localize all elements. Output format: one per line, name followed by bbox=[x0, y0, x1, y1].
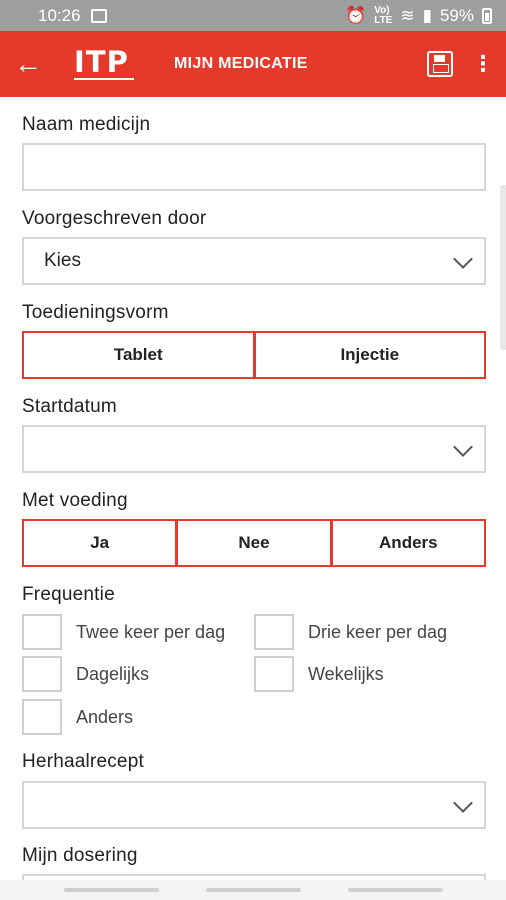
frequency-option-daily[interactable]: Dagelijks bbox=[22, 656, 149, 692]
alarm-icon: ⏰ bbox=[345, 5, 367, 25]
frequency-option-other[interactable]: Anders bbox=[22, 699, 133, 735]
prescribed-by-select[interactable]: Kies bbox=[22, 237, 486, 285]
itp-logo: ITP bbox=[74, 44, 142, 84]
prescribed-by-label: Voorgeschreven door bbox=[22, 208, 207, 229]
app-bar: ← ITP MIJN MEDICATIE ⋮ bbox=[0, 31, 506, 97]
volte-icon: Vo) LTE bbox=[374, 4, 393, 26]
logo-text: ITP bbox=[74, 45, 129, 79]
checkbox[interactable] bbox=[254, 656, 294, 692]
signal-icon: ▮ bbox=[422, 5, 432, 25]
checkbox[interactable] bbox=[254, 614, 294, 650]
checkbox-label: Twee keer per dag bbox=[76, 621, 226, 642]
yes-button[interactable]: Ja bbox=[22, 519, 178, 567]
frequency-option-twice-daily[interactable]: Twee keer per dag bbox=[22, 614, 244, 650]
prescribed-by-value: Kies bbox=[44, 250, 81, 271]
save-button[interactable] bbox=[420, 31, 460, 97]
navigation-bar bbox=[0, 880, 506, 900]
tablet-button[interactable]: Tablet bbox=[22, 331, 255, 379]
nav-home[interactable] bbox=[206, 888, 301, 892]
chevron-down-icon bbox=[453, 793, 473, 813]
more-vert-icon: ⋮ bbox=[472, 51, 494, 76]
administration-segmented: Tablet Injectie bbox=[22, 331, 486, 379]
with-food-segmented: Ja Nee Anders bbox=[22, 519, 486, 567]
nav-recents[interactable] bbox=[64, 888, 159, 892]
back-button[interactable]: ← bbox=[0, 31, 56, 97]
repeat-prescription-select[interactable] bbox=[22, 781, 486, 829]
checkbox[interactable] bbox=[22, 656, 62, 692]
medicine-name-input[interactable] bbox=[22, 143, 486, 191]
frequency-option-three-times-daily[interactable]: Drie keer per dag bbox=[254, 614, 447, 650]
no-button[interactable]: Nee bbox=[177, 519, 332, 567]
other-button[interactable]: Anders bbox=[331, 519, 486, 567]
medicine-name-label: Naam medicijn bbox=[22, 114, 151, 135]
administration-label: Toedieningsvorm bbox=[22, 302, 169, 323]
checkbox-label: Dagelijks bbox=[76, 663, 150, 684]
checkbox-label: Drie keer per dag bbox=[308, 621, 448, 642]
chevron-down-icon bbox=[453, 249, 473, 269]
repeat-prescription-label: Herhaalrecept bbox=[22, 751, 144, 772]
checkbox[interactable] bbox=[22, 614, 62, 650]
status-bar: 10:26 ⏰ Vo) LTE ≋ ▮ 59% bbox=[0, 0, 506, 31]
start-date-select[interactable] bbox=[22, 425, 486, 473]
my-dosage-label: Mijn dosering bbox=[22, 845, 138, 866]
status-time: 10:26 bbox=[38, 5, 81, 25]
frequency-option-weekly[interactable]: Wekelijks bbox=[254, 656, 384, 692]
checkbox[interactable] bbox=[22, 699, 62, 735]
more-options-button[interactable]: ⋮ bbox=[460, 31, 506, 97]
page-title: MIJN MEDICATIE bbox=[174, 55, 308, 72]
scroll-handle[interactable] bbox=[500, 185, 506, 350]
frequency-label: Frequentie bbox=[22, 584, 115, 605]
save-icon bbox=[427, 51, 453, 77]
nav-back[interactable] bbox=[348, 888, 443, 892]
with-food-label: Met voeding bbox=[22, 490, 128, 511]
gallery-icon bbox=[90, 8, 107, 23]
injection-button[interactable]: Injectie bbox=[254, 331, 486, 379]
battery-percent: 59% bbox=[439, 5, 474, 25]
checkbox-label: Anders bbox=[76, 706, 134, 727]
wifi-icon: ≋ bbox=[400, 5, 415, 25]
battery-icon bbox=[482, 7, 492, 24]
chevron-down-icon bbox=[453, 437, 473, 457]
arrow-left-icon: ← bbox=[14, 48, 42, 79]
start-date-label: Startdatum bbox=[22, 396, 117, 417]
checkbox-label: Wekelijks bbox=[308, 663, 384, 684]
